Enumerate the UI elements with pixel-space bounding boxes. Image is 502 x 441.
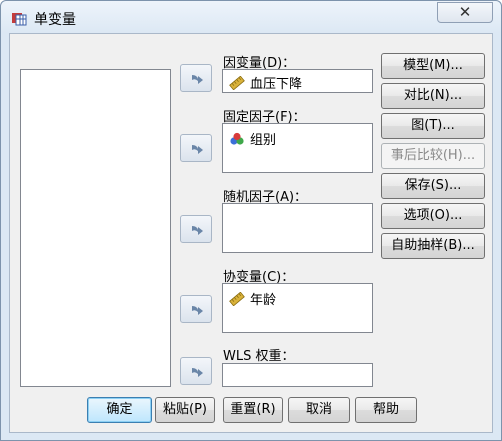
bootstrap-button[interactable]: 自助抽样(B)... [381,233,485,259]
covariate-item[interactable]: 年龄 [229,289,276,308]
fixed-factors-field[interactable]: 组别 [222,123,373,173]
paste-button[interactable]: 粘贴(P) [155,397,215,423]
contrast-button[interactable]: 对比(N)... [381,83,485,109]
model-button[interactable]: 模型(M)... [381,53,485,79]
covariates-field[interactable]: 年龄 [222,283,373,333]
save-button[interactable]: 保存(S)... [381,173,485,199]
dialog-body: 因变量(D)： 血压下降 固定因子(F)： 组别 随机因子(A)： 协变量(C)… [9,33,493,433]
arrow-right-icon [192,145,203,154]
source-variable-list[interactable] [20,69,171,387]
window-title: 单变量 [34,12,76,28]
reset-button[interactable]: 重置(R) [223,397,283,423]
arrow-right-icon [192,368,203,377]
close-icon: ✕ [458,3,472,21]
post-hoc-button[interactable]: 事后比较(H)... [381,143,485,169]
arrow-right-icon [192,306,203,315]
fixed-factor-name: 组别 [250,133,277,148]
move-to-wls-weight-button[interactable] [180,357,212,385]
covariate-name: 年龄 [250,293,277,308]
dependent-variable-item[interactable]: 血压下降 [229,73,302,92]
move-to-covariates-button[interactable] [180,295,212,323]
move-to-fixed-factors-button[interactable] [180,134,212,162]
close-button[interactable]: ✕ [437,2,493,23]
ruler-icon [229,75,245,90]
wls-weight-field[interactable] [222,363,373,387]
move-to-dependent-button[interactable] [180,64,212,92]
arrow-right-icon [192,226,203,235]
dependent-variable-name: 血压下降 [250,77,303,92]
title-bar[interactable]: 单变量 ✕ [1,1,501,33]
help-button[interactable]: 帮助 [355,397,417,423]
random-factors-field[interactable] [222,203,373,253]
arrow-right-icon [192,75,203,84]
wls-weight-label: WLS 权重： [223,349,295,364]
ruler-icon [229,291,245,306]
move-to-random-factors-button[interactable] [180,215,212,243]
plots-button[interactable]: 图(T)... [381,113,485,139]
fixed-factor-item[interactable]: 组别 [229,129,276,148]
dialog-window: 单变量 ✕ 因变量(D)： 血压下降 固定因子(F)： 组别 随机因子(A)： … [0,0,502,441]
options-button[interactable]: 选项(O)... [381,203,485,229]
nominal-balls-icon [230,132,244,145]
cancel-button[interactable]: 取消 [288,397,350,423]
ok-button[interactable]: 确定 [87,397,152,423]
spss-dialog-icon [11,10,27,26]
dependent-field[interactable]: 血压下降 [222,69,373,93]
